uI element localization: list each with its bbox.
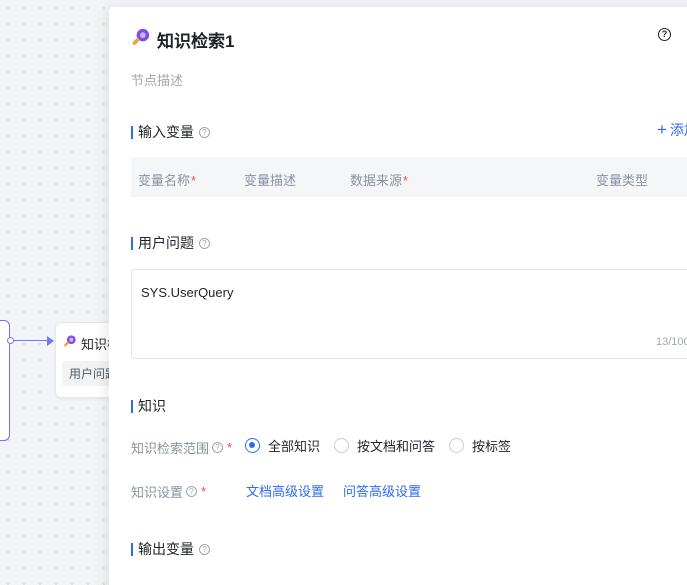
qa-advanced-settings-link[interactable]: 问答高级设置 [343,481,421,500]
edge-arrow-icon [47,336,54,346]
user-question-textarea[interactable]: SYS.UserQuery 13/100 [131,269,687,359]
column-header: 变量描述 [244,173,297,188]
plus-icon: + [657,120,667,139]
help-icon[interactable]: ? [658,28,671,41]
section-bar [131,542,133,556]
radio-all-knowledge[interactable]: 全部知识 [245,436,320,455]
required-mark: * [201,484,207,499]
section-bar [131,125,133,139]
input-variables-heading: 输入变量 ? [131,122,210,142]
radio-label: 全部知识 [268,439,321,454]
node-config-drawer: 知识检索1 ? 节点描述 输入变量 ? +添加 变量名称* 变量描述 数据来源*… [109,7,687,585]
radio-label: 按标签 [472,439,512,454]
question-circle-icon[interactable]: ? [199,126,210,138]
question-circle-icon[interactable]: ? [199,543,210,555]
radio-unchecked-icon [449,438,465,453]
knowledge-heading: 知识 [131,396,166,416]
drawer-title[interactable]: 知识检索1 [157,27,234,52]
radio-unchecked-icon [334,438,350,453]
required-mark: * [227,440,233,455]
column-header: 数据来源* [350,173,409,188]
radio-checked-icon [245,438,260,453]
question-circle-icon[interactable]: ? [186,486,198,497]
section-label: 输入变量 [138,124,194,140]
add-label: 添加 [669,122,687,138]
magnifier-icon [131,27,151,52]
radio-by-docs-qa[interactable]: 按文档和问答 [334,436,435,455]
column-header: 变量类型 [596,173,649,188]
node-description-input[interactable]: 节点描述 [131,70,183,89]
doc-advanced-settings-link[interactable]: 文档高级设置 [246,481,324,500]
variables-table-header: 变量名称* 变量描述 数据来源* 变量类型 [131,157,687,197]
magnifier-icon [63,334,77,353]
settings-label: 知识设置 ? * [131,484,207,500]
column-header: 变量名称* [138,173,197,188]
edge-start-handle[interactable] [7,337,14,344]
scope-label: 知识检索范围 ? * [131,440,233,456]
drawer-header: 知识检索1 [131,27,234,52]
section-label: 知识 [138,398,166,414]
section-label: 输出变量 [138,541,194,557]
required-mark: * [403,173,409,188]
textarea-value: SYS.UserQuery [141,285,234,300]
question-circle-icon[interactable]: ? [199,237,210,249]
question-circle-icon[interactable]: ? [212,442,224,453]
required-mark: * [191,173,197,188]
add-variable-button[interactable]: +添加 [657,120,687,140]
section-bar [131,236,133,250]
output-variables-heading: 输出变量 ? [131,539,210,559]
char-counter: 13/100 [656,336,687,348]
radio-by-tag[interactable]: 按标签 [449,436,511,455]
user-question-heading: 用户问题 ? [131,233,210,253]
radio-label: 按文档和问答 [357,439,436,454]
section-label: 用户问题 [138,235,194,251]
section-bar [131,399,133,413]
scope-radio-group: 全部知识 按文档和问答 按标签 [245,436,525,455]
